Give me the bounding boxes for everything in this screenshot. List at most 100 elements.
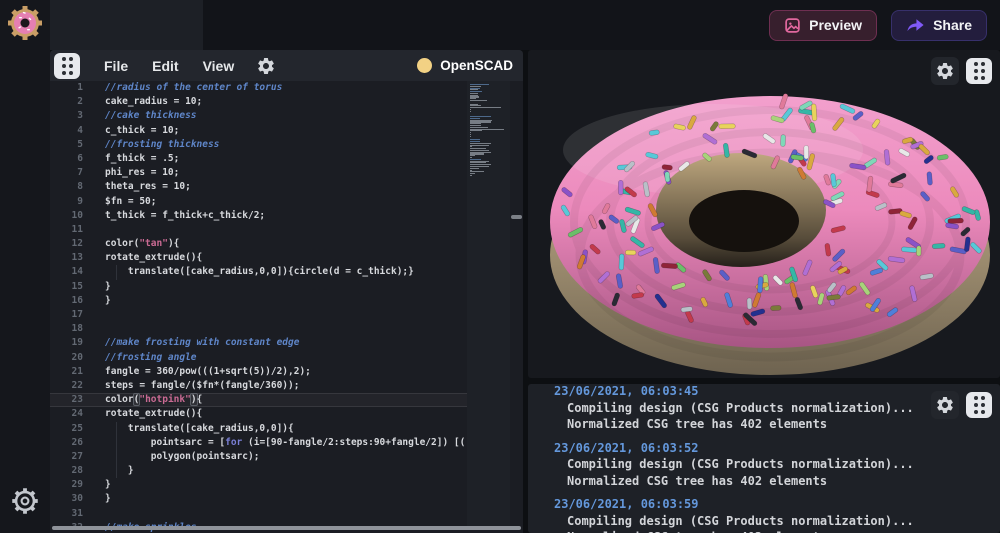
code-line[interactable]: 12color("tan"){ xyxy=(50,237,467,251)
line-number: 20 xyxy=(50,351,83,365)
code-line[interactable]: 20 //frosting angle xyxy=(50,351,467,365)
code-line[interactable]: 16} xyxy=(50,294,467,308)
indent-guide xyxy=(116,265,117,279)
code-line-text: steps = fangle/($fn*(fangle/360)); xyxy=(105,379,299,393)
share-button-label: Share xyxy=(933,17,972,33)
editor-settings-gear-icon[interactable] xyxy=(256,56,276,76)
engine-selector[interactable]: OpenSCAD xyxy=(417,58,513,73)
code-line-text: } xyxy=(105,280,111,294)
code-line-text: } xyxy=(105,492,111,506)
line-number: 19 xyxy=(50,336,83,350)
minimap-content xyxy=(467,81,510,176)
code-line-text: translate([cake_radius,0,0]){ xyxy=(105,422,294,436)
code-line-text: } xyxy=(105,464,134,478)
line-number: 27 xyxy=(50,450,83,464)
code-line[interactable]: 17 xyxy=(50,308,467,322)
code-line[interactable]: 10t_thick = f_thick+c_thick/2; xyxy=(50,209,467,223)
code-line[interactable]: 26 pointsarc = [for (i=[90-fangle/2:step… xyxy=(50,436,467,450)
code-line[interactable]: 29} xyxy=(50,478,467,492)
code-line[interactable]: 27 polygon(pointsarc); xyxy=(50,450,467,464)
indent-guide xyxy=(116,450,117,464)
console-message: Normalized CSG tree has 402 elements xyxy=(554,529,990,533)
console-message: Compiling design (CSG Products normaliza… xyxy=(554,456,990,473)
code-line-text: polygon(pointsarc); xyxy=(105,450,259,464)
image-icon xyxy=(784,17,801,34)
code-line[interactable]: 11 xyxy=(50,223,467,237)
editor-tab[interactable] xyxy=(50,0,203,50)
code-line-text: phi_res = 10; xyxy=(105,166,179,180)
gear-outline-icon xyxy=(8,484,42,518)
console-entry: 23/06/2021, 06:03:52Compiling design (CS… xyxy=(554,440,990,490)
code-line-text: $fn = 50; xyxy=(105,195,156,209)
line-number: 14 xyxy=(50,265,83,279)
line-number: 1 xyxy=(50,81,83,95)
code-line[interactable]: 19 //make frosting with constant edge xyxy=(50,336,467,350)
line-number: 4 xyxy=(50,124,83,138)
code-line[interactable]: 5//frosting thickness xyxy=(50,138,467,152)
menu-edit[interactable]: Edit xyxy=(152,58,178,74)
line-number: 29 xyxy=(50,478,83,492)
code-line[interactable]: 3//cake thickness xyxy=(50,109,467,123)
editor-drag-handle-icon[interactable] xyxy=(54,53,80,79)
indent-guide xyxy=(116,436,117,450)
menu-view[interactable]: View xyxy=(203,58,235,74)
line-number: 3 xyxy=(50,109,83,123)
code-line[interactable]: 30} xyxy=(50,492,467,506)
code-line[interactable]: 8theta_res = 10; xyxy=(50,180,467,194)
line-number: 7 xyxy=(50,166,83,180)
line-number: 17 xyxy=(50,308,83,322)
viewport-settings-button[interactable] xyxy=(931,57,959,85)
line-number: 30 xyxy=(50,492,83,506)
console-drag-handle-icon[interactable] xyxy=(966,392,992,418)
code-line-text: rotate_extrude(){ xyxy=(105,407,202,421)
code-line[interactable]: 24 rotate_extrude(){ xyxy=(50,407,467,421)
app-logo-donut[interactable] xyxy=(3,0,47,46)
code-line-text: fangle = 360/pow(((1+sqrt(5))/2),2); xyxy=(105,365,311,379)
line-number: 16 xyxy=(50,294,83,308)
line-number: 31 xyxy=(50,507,83,521)
horizontal-scrollbar[interactable] xyxy=(52,526,521,530)
code-line[interactable]: 1//radius of the center of torus xyxy=(50,81,467,95)
line-number: 21 xyxy=(50,365,83,379)
settings-gear-button[interactable] xyxy=(8,484,42,523)
viewport-gear-icon xyxy=(935,61,955,81)
line-number: 11 xyxy=(50,223,83,237)
code-line[interactable]: 23color("hotpink"){ xyxy=(50,393,467,407)
code-line-text: //make frosting with constant edge xyxy=(105,336,299,350)
code-line[interactable]: 25 translate([cake_radius,0,0]){ xyxy=(50,422,467,436)
code-line-text: c_thick = 10; xyxy=(105,124,179,138)
code-line[interactable]: 22steps = fangle/($fn*(fangle/360)); xyxy=(50,379,467,393)
code-line[interactable]: 31 xyxy=(50,507,467,521)
line-number: 9 xyxy=(50,195,83,209)
viewport-3d-panel[interactable] xyxy=(528,50,1000,378)
console-panel[interactable]: 23/06/2021, 06:03:45Compiling design (CS… xyxy=(528,384,1000,533)
console-message: Normalized CSG tree has 402 elements xyxy=(554,473,990,490)
code-line[interactable]: 7 phi_res = 10; xyxy=(50,166,467,180)
menu-file[interactable]: File xyxy=(104,58,128,74)
share-button[interactable]: Share xyxy=(891,10,987,41)
code-line[interactable]: 14 translate([cake_radius,0,0]){circle(d… xyxy=(50,265,467,279)
left-sidebar xyxy=(0,0,50,533)
code-line[interactable]: 13rotate_extrude(){ xyxy=(50,251,467,265)
code-line[interactable]: 18 xyxy=(50,322,467,336)
preview-button-label: Preview xyxy=(809,17,862,33)
code-line[interactable]: 4 c_thick = 10; xyxy=(50,124,467,138)
code-line[interactable]: 2cake_radius = 10; xyxy=(50,95,467,109)
engine-label: OpenSCAD xyxy=(440,58,513,73)
code-line[interactable]: 15} xyxy=(50,280,467,294)
vertical-scrollbar-thumb[interactable] xyxy=(511,215,522,219)
preview-button[interactable]: Preview xyxy=(769,10,877,41)
code-line-text: //frosting angle xyxy=(105,351,197,365)
right-column: 23/06/2021, 06:03:45Compiling design (CS… xyxy=(528,50,1000,533)
code-area[interactable]: 1//radius of the center of torus2cake_ra… xyxy=(50,81,523,533)
code-line[interactable]: 9 $fn = 50; xyxy=(50,195,467,209)
line-number: 24 xyxy=(50,407,83,421)
console-settings-button[interactable] xyxy=(931,391,959,419)
code-line[interactable]: 6f_thick = .5; xyxy=(50,152,467,166)
editor-minimap[interactable] xyxy=(467,81,510,527)
code-line[interactable]: 21 fangle = 360/pow(((1+sqrt(5))/2),2); xyxy=(50,365,467,379)
viewport-drag-handle-icon[interactable] xyxy=(966,58,992,84)
console-message: Compiling design (CSG Products normaliza… xyxy=(554,513,990,530)
code-line-text: } xyxy=(105,294,111,308)
code-line[interactable]: 28 } xyxy=(50,464,467,478)
